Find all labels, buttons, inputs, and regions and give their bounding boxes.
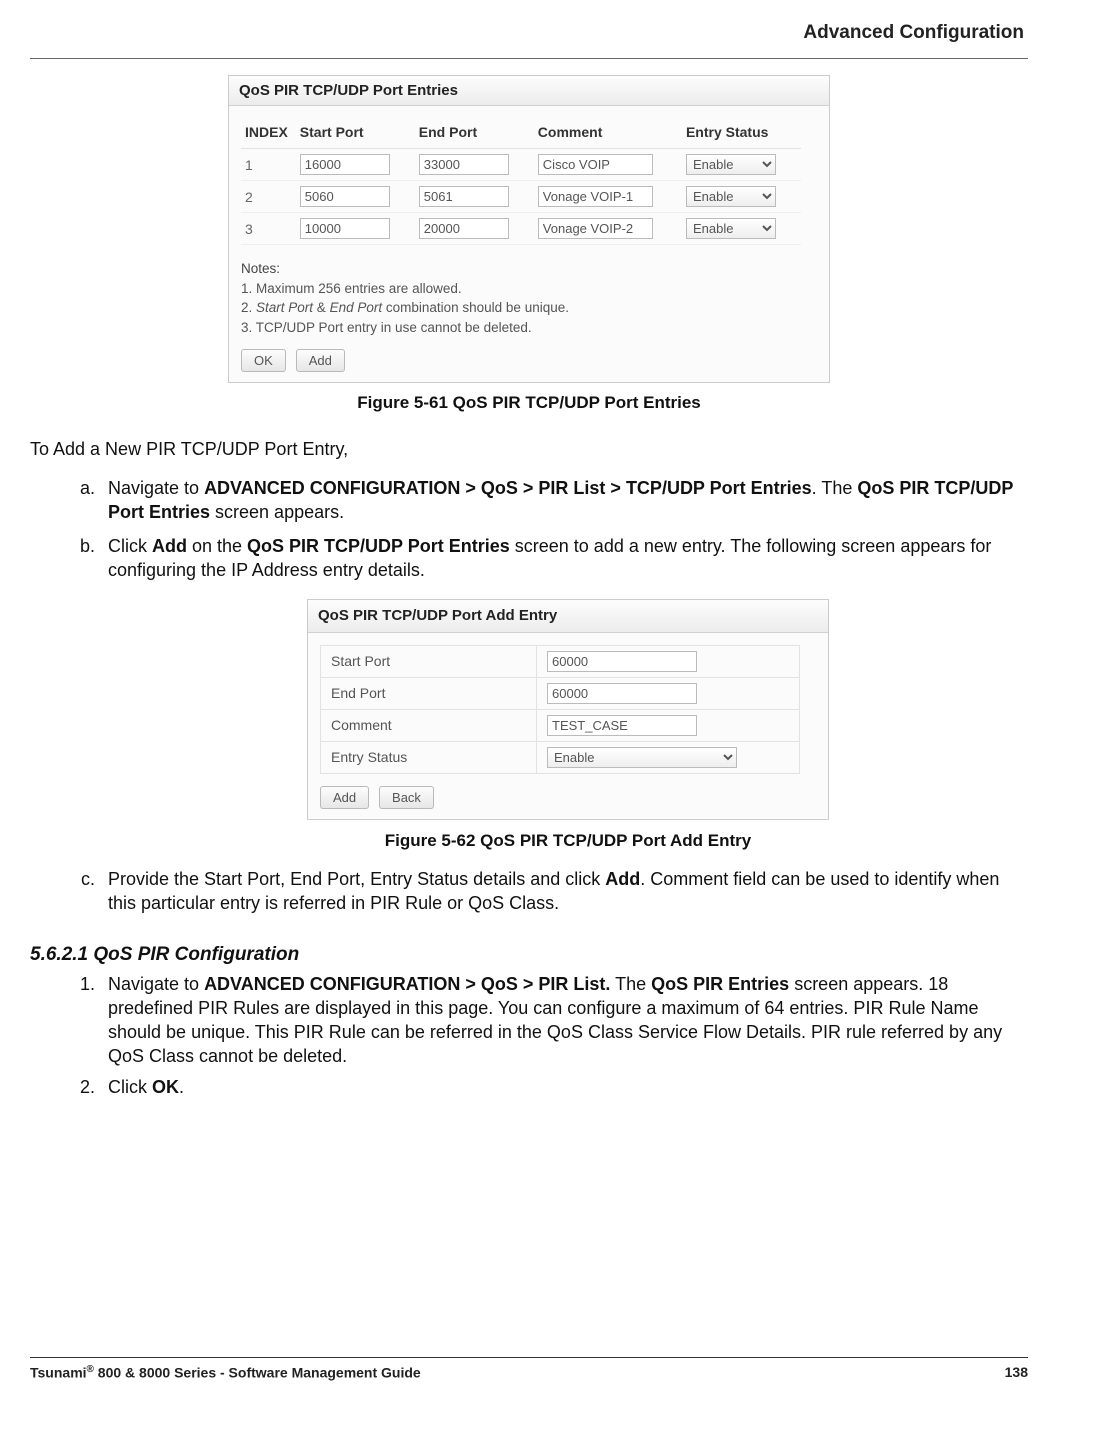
start-port-input[interactable]	[300, 218, 390, 239]
form-row: Comment	[321, 709, 800, 741]
table-row: 1 Enable	[241, 149, 801, 181]
footer-guide-title: Tsunami® 800 & 8000 Series - Software Ma…	[30, 1364, 421, 1381]
comment-input[interactable]	[538, 154, 653, 175]
field-label: Comment	[321, 709, 537, 741]
figure-caption: Figure 5-62 QoS PIR TCP/UDP Port Add Ent…	[108, 830, 1028, 853]
table-row: 3 Enable	[241, 213, 801, 245]
row-index: 1	[241, 149, 296, 181]
row-index: 2	[241, 181, 296, 213]
col-start: Start Port	[296, 118, 415, 149]
form-row: Start Port	[321, 645, 800, 677]
comment-input[interactable]	[538, 186, 653, 207]
section-heading: 5.6.2.1 QoS PIR Configuration	[30, 944, 1028, 966]
step-b: Click Add on the QoS PIR TCP/UDP Port En…	[100, 534, 1028, 853]
note-line: 2. Start Port & End Port combination sho…	[241, 300, 569, 315]
entry-status-select[interactable]: Enable	[686, 218, 776, 239]
end-port-input[interactable]	[419, 154, 509, 175]
field-label: Entry Status	[321, 741, 537, 773]
field-label: Start Port	[321, 645, 537, 677]
back-button[interactable]: Back	[379, 786, 434, 809]
note-line: 3. TCP/UDP Port entry in use cannot be d…	[241, 320, 532, 335]
qos-port-entries-panel: QoS PIR TCP/UDP Port Entries INDEX Start…	[228, 75, 830, 383]
figure-caption: Figure 5-61 QoS PIR TCP/UDP Port Entries	[30, 393, 1028, 413]
entry-status-select[interactable]: Enable	[547, 747, 737, 768]
ok-button[interactable]: OK	[241, 349, 286, 372]
start-port-input[interactable]	[547, 651, 697, 672]
add-button[interactable]: Add	[320, 786, 369, 809]
end-port-input[interactable]	[547, 683, 697, 704]
add-entry-form: Start Port End Port Comment	[320, 645, 800, 774]
header-rule	[30, 58, 1028, 59]
panel-notes: Notes: 1. Maximum 256 entries are allowe…	[241, 259, 817, 337]
comment-input[interactable]	[547, 715, 697, 736]
qos-port-add-panel: QoS PIR TCP/UDP Port Add Entry Start Por…	[307, 599, 829, 820]
end-port-input[interactable]	[419, 186, 509, 207]
col-end: End Port	[415, 118, 534, 149]
step-2: Click OK.	[100, 1075, 1028, 1099]
start-port-input[interactable]	[300, 154, 390, 175]
table-row: 2 Enable	[241, 181, 801, 213]
panel-title: QoS PIR TCP/UDP Port Add Entry	[308, 600, 828, 633]
end-port-input[interactable]	[419, 218, 509, 239]
step-a: Navigate to ADVANCED CONFIGURATION > QoS…	[100, 476, 1028, 525]
col-status: Entry Status	[682, 118, 801, 149]
footer-page-number: 138	[1005, 1364, 1028, 1381]
step-1: Navigate to ADVANCED CONFIGURATION > QoS…	[100, 972, 1028, 1069]
comment-input[interactable]	[538, 218, 653, 239]
col-comment: Comment	[534, 118, 682, 149]
row-index: 3	[241, 213, 296, 245]
form-row: Entry Status Enable	[321, 741, 800, 773]
step-c: Provide the Start Port, End Port, Entry …	[100, 867, 1028, 916]
notes-label: Notes:	[241, 261, 280, 276]
lead-paragraph: To Add a New PIR TCP/UDP Port Entry,	[30, 437, 1028, 461]
page-header-title: Advanced Configuration	[30, 22, 1028, 44]
note-line: 1. Maximum 256 entries are allowed.	[241, 281, 462, 296]
field-label: End Port	[321, 677, 537, 709]
entry-status-select[interactable]: Enable	[686, 154, 776, 175]
panel-title: QoS PIR TCP/UDP Port Entries	[229, 76, 829, 106]
footer-rule	[30, 1357, 1028, 1358]
page-footer: Tsunami® 800 & 8000 Series - Software Ma…	[30, 1357, 1028, 1381]
port-entries-table: INDEX Start Port End Port Comment Entry …	[241, 118, 801, 245]
form-row: End Port	[321, 677, 800, 709]
entry-status-select[interactable]: Enable	[686, 186, 776, 207]
start-port-input[interactable]	[300, 186, 390, 207]
col-index: INDEX	[241, 118, 296, 149]
add-button[interactable]: Add	[296, 349, 345, 372]
